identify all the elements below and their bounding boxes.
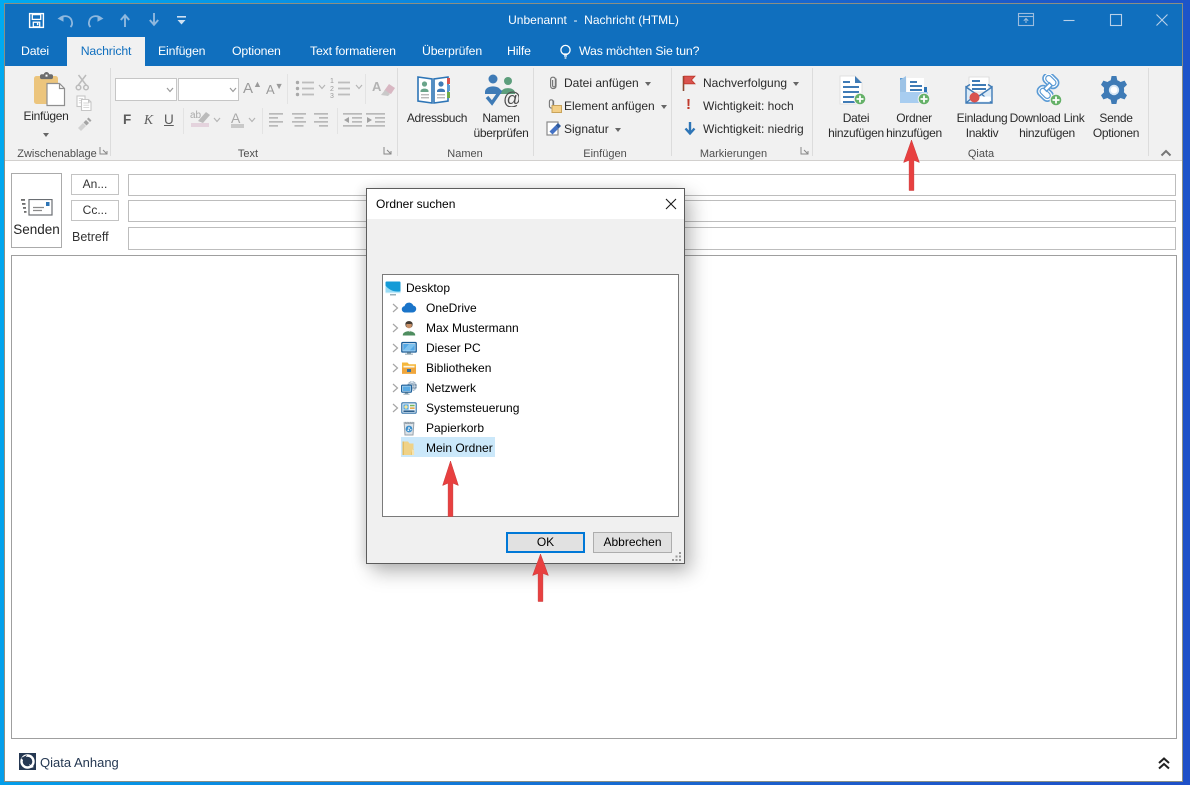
svg-text:@: @ [503, 89, 519, 107]
